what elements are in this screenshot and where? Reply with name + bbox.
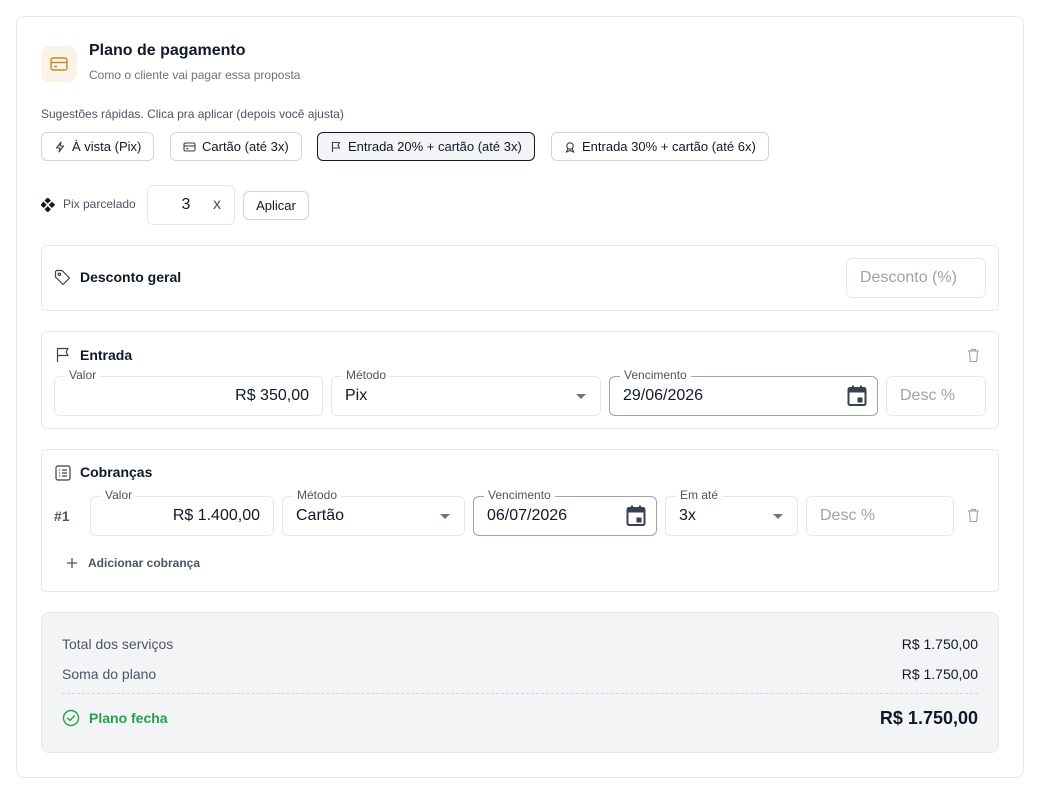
- field-label: Valor: [65, 368, 101, 382]
- charge-number: #1: [54, 508, 70, 524]
- field-value: 3x: [679, 507, 696, 524]
- discount-input[interactable]: Desconto (%): [846, 258, 986, 298]
- add-charge-button[interactable]: Adicionar cobrança: [66, 554, 200, 572]
- charge-parcelas-select[interactable]: Em até 3x: [665, 488, 798, 536]
- field-value: 06/07/2026: [487, 507, 568, 524]
- entrada-vencimento-input[interactable]: Vencimento 29/06/2026: [609, 368, 878, 416]
- flag-icon: [56, 347, 69, 362]
- field-label: Valor: [101, 488, 137, 502]
- soma-plano-label: Soma do plano: [62, 666, 157, 682]
- chip-label: Entrada 20% + cartão (até 3x): [348, 139, 522, 154]
- total-servicos-value: R$ 1.750,00: [901, 636, 978, 652]
- charge-valor-input[interactable]: Valor R$ 1.400,00: [90, 488, 274, 536]
- chip-label: À vista (Pix): [72, 139, 142, 154]
- summary-panel: Total dos serviços R$ 1.750,00 Soma do p…: [41, 612, 999, 753]
- trash-icon[interactable]: [967, 348, 980, 363]
- calendar-icon[interactable]: [847, 385, 867, 407]
- lightning-icon: [55, 140, 65, 153]
- plan-total-value: R$ 1.750,00: [879, 708, 978, 728]
- plus-icon: [67, 558, 77, 568]
- field-value: R$ 350,00: [235, 387, 309, 404]
- chevron-down-icon: [440, 514, 450, 519]
- chevron-down-icon: [576, 394, 586, 399]
- apply-button[interactable]: Aplicar: [243, 191, 309, 220]
- badge-icon: [565, 141, 575, 153]
- pix-parcelado-label: Pix parcelado: [63, 197, 136, 211]
- pix-icon: [41, 198, 55, 212]
- entrada-metodo-select[interactable]: Método Pix: [331, 368, 601, 416]
- suggestion-chip-cartao-3x[interactable]: Cartão (até 3x): [170, 132, 302, 161]
- total-servicos-label: Total dos serviços: [62, 636, 174, 652]
- field-value: Pix: [345, 387, 368, 404]
- check-circle-icon: [62, 709, 80, 727]
- field-placeholder: Desc %: [900, 387, 956, 404]
- field-value: 29/06/2026: [623, 387, 704, 404]
- suggestion-chip-entrada-20[interactable]: Entrada 20% + cartão (até 3x): [317, 132, 535, 161]
- charge-metodo-select[interactable]: Método Cartão: [282, 488, 465, 536]
- chip-label: Cartão (até 3x): [202, 139, 289, 154]
- soma-plano-value: R$ 1.750,00: [901, 666, 978, 682]
- pix-installments-input[interactable]: 3 x: [147, 185, 235, 225]
- field-value: Cartão: [296, 507, 345, 524]
- discount-placeholder: Desconto (%): [860, 269, 957, 286]
- entrada-valor-input[interactable]: Valor R$ 350,00: [54, 368, 323, 416]
- flag-icon: [331, 141, 341, 152]
- chevron-down-icon: [773, 514, 783, 519]
- plan-status: Plano fecha: [62, 709, 168, 727]
- discount-title: Desconto geral: [80, 269, 182, 285]
- pix-installments-suffix: x: [213, 196, 221, 213]
- field-value: R$ 1.400,00: [172, 507, 260, 524]
- plan-status-label: Plano fecha: [89, 710, 168, 726]
- entrada-desc-input[interactable]: Desc %: [886, 376, 986, 416]
- credit-card-icon: [183, 141, 196, 152]
- cobrancas-title: Cobranças: [80, 464, 153, 480]
- entrada-title: Entrada: [80, 347, 133, 363]
- charge-vencimento-input[interactable]: Vencimento 06/07/2026: [473, 488, 657, 536]
- trash-icon[interactable]: [967, 508, 980, 523]
- chip-label: Entrada 30% + cartão (até 6x): [582, 139, 756, 154]
- field-placeholder: Desc %: [820, 507, 876, 524]
- page-subtitle: Como o cliente vai pagar essa proposta: [89, 68, 301, 82]
- suggestion-chip-entrada-30[interactable]: Entrada 30% + cartão (até 6x): [551, 132, 769, 161]
- list-icon: [55, 465, 71, 481]
- suggestion-chip-a-vista-pix[interactable]: À vista (Pix): [41, 132, 155, 161]
- page-title: Plano de pagamento: [89, 42, 246, 59]
- summary-divider: [62, 693, 978, 694]
- credit-card-icon: [41, 46, 77, 82]
- suggestions-hint: Sugestões rápidas. Clica pra aplicar (de…: [41, 107, 344, 121]
- calendar-icon[interactable]: [626, 505, 646, 527]
- charge-desc-input[interactable]: Desc %: [806, 496, 954, 536]
- add-charge-label: Adicionar cobrança: [88, 556, 201, 570]
- tag-icon: [54, 269, 71, 286]
